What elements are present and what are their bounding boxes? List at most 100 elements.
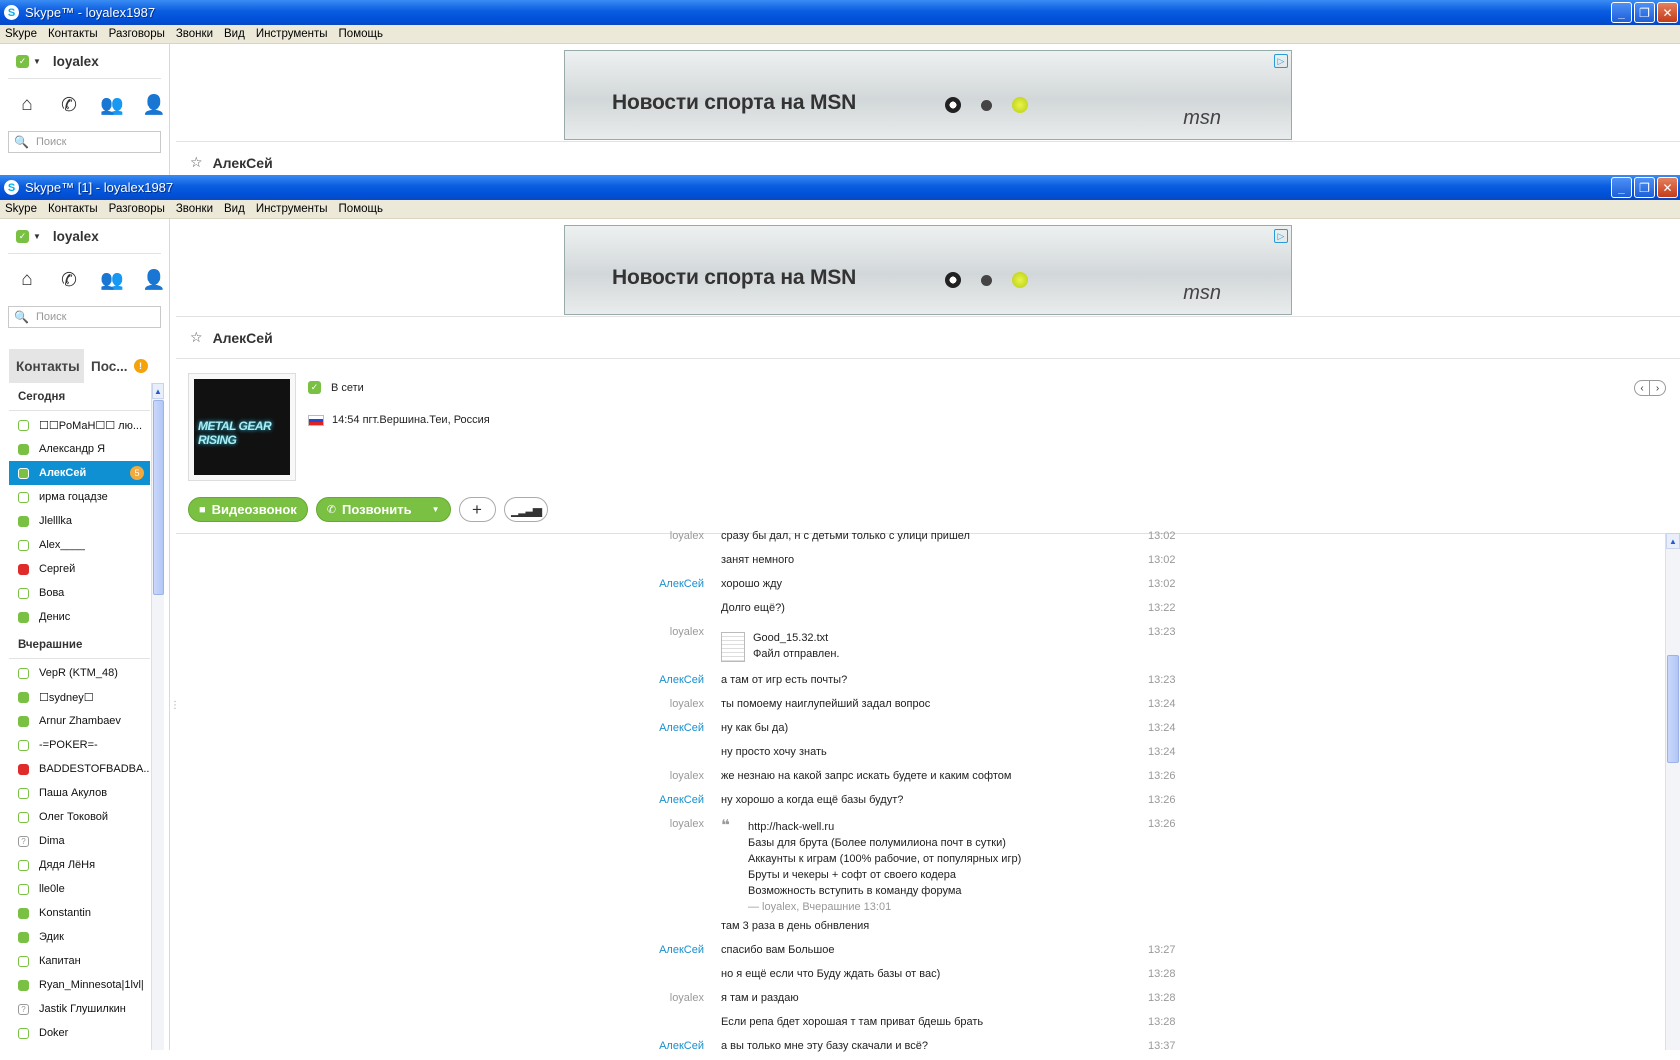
chat-message[interactable]: там 3 раза в день обнвления	[600, 920, 1180, 940]
message-author[interactable]: АлекСей	[600, 1040, 704, 1060]
ad-info-icon[interactable]: ▷	[1274, 229, 1288, 243]
chevron-right-icon[interactable]: ›	[1650, 380, 1666, 396]
call-quality-button[interactable]: ▁▂▃▅	[504, 497, 548, 522]
chat-message[interactable]: loyalexсразу бы дал, н с детьми только с…	[600, 530, 1180, 550]
add-contact-icon[interactable]: 👤	[142, 268, 164, 292]
chat-message[interactable]: loyalexя там и раздаю13:28	[600, 992, 1180, 1012]
contact-item[interactable]: Капитан	[9, 949, 150, 973]
message-author[interactable]: loyalex	[600, 698, 704, 718]
file-transfer[interactable]: Good_15.32.txtФайл отправлен.	[721, 630, 839, 662]
menu-tools[interactable]: Инструменты	[256, 203, 328, 215]
menu-conversations[interactable]: Разговоры	[109, 203, 165, 215]
message-author[interactable]: loyalex	[600, 992, 704, 1012]
message-author[interactable]: АлекСей	[600, 578, 704, 598]
message-author[interactable]	[600, 920, 704, 940]
search-input[interactable]: 🔍Поиск	[8, 131, 161, 153]
user-status[interactable]: ✓▼ loyalex	[0, 44, 169, 78]
back-titlebar[interactable]: S Skype™ - loyalex1987 _ ❐ ✕	[0, 0, 1680, 25]
add-button[interactable]: +	[459, 497, 496, 522]
message-author[interactable]: loyalex	[600, 530, 704, 550]
contact-list-scrollbar[interactable]: ▲	[151, 383, 164, 1050]
message-author[interactable]	[600, 554, 704, 574]
chevron-left-icon[interactable]: ‹	[1634, 380, 1650, 396]
scroll-up-icon[interactable]: ▲	[152, 383, 164, 399]
chat-message[interactable]: но я ещё если что Буду ждать базы от вас…	[600, 968, 1180, 988]
contact-avatar[interactable]: METAL GEAR RISING	[188, 373, 296, 481]
contact-item[interactable]: ☐☐PoMaH☐☐ лю...	[9, 413, 150, 437]
maximize-button[interactable]: ❐	[1634, 2, 1655, 23]
home-icon[interactable]: ⌂	[16, 269, 38, 291]
scroll-up-icon[interactable]: ▲	[1666, 533, 1680, 549]
menu-calls[interactable]: Звонки	[176, 28, 213, 40]
menu-contacts[interactable]: Контакты	[48, 28, 98, 40]
close-button[interactable]: ✕	[1657, 177, 1678, 198]
contact-item[interactable]: ирма гоцадзе	[9, 485, 150, 509]
chat-message[interactable]: Долго ещё?)13:22	[600, 602, 1180, 622]
message-author[interactable]	[600, 1016, 704, 1036]
quote-link[interactable]: http://hack-well.ru	[748, 819, 1021, 835]
phone-icon[interactable]: ✆	[58, 94, 80, 117]
contact-item[interactable]: Александр Я	[9, 437, 150, 461]
contact-item[interactable]: -=POKER=-	[9, 733, 150, 757]
contact-item[interactable]: Денис	[9, 605, 150, 629]
contact-item[interactable]: Паша Акулов	[9, 781, 150, 805]
contact-item[interactable]: Ryan_Minnesota|1lvl|	[9, 973, 150, 997]
video-call-button[interactable]: ■Видеозвонок	[188, 497, 308, 522]
contact-item[interactable]: Сергей	[9, 557, 150, 581]
file-name[interactable]: Good_15.32.txt	[753, 630, 839, 646]
tab-contacts[interactable]: Контакты	[9, 349, 84, 383]
contact-item[interactable]: ☐sydney☐	[9, 685, 150, 709]
star-icon[interactable]: ☆	[190, 329, 203, 346]
group-icon[interactable]: 👥	[100, 93, 122, 117]
home-icon[interactable]: ⌂	[16, 94, 38, 116]
message-author[interactable]: АлекСей	[600, 674, 704, 694]
chat-message[interactable]: loyalex же незнаю на какой запрс искать …	[600, 770, 1180, 790]
contact-item[interactable]: Jlelllka	[9, 509, 150, 533]
search-input[interactable]: 🔍Поиск	[8, 306, 161, 328]
menu-help[interactable]: Помощь	[339, 203, 383, 215]
user-status[interactable]: ✓▼ loyalex	[0, 219, 169, 253]
contact-item[interactable]: АлекСей5	[9, 461, 150, 485]
contact-item[interactable]: ?Jastik Глушилкин	[9, 997, 150, 1021]
front-titlebar[interactable]: S Skype™ [1] - loyalex1987 _ ❐ ✕	[0, 175, 1680, 200]
contact-item[interactable]: lle0le	[9, 877, 150, 901]
message-author[interactable]	[600, 968, 704, 988]
scrollbar-thumb[interactable]	[1667, 655, 1679, 763]
chat-message[interactable]: АлекСейа там от игр есть почты?13:23	[600, 674, 1180, 694]
msn-ad-banner[interactable]: Новости спорта на MSN msn ▷	[564, 50, 1292, 140]
message-author[interactable]	[600, 746, 704, 766]
message-author[interactable]: loyalex	[600, 818, 704, 838]
tab-recent[interactable]: Пос...!	[84, 349, 161, 383]
contact-item[interactable]: Эдик	[9, 925, 150, 949]
scrollbar-thumb[interactable]	[153, 400, 164, 595]
contact-item[interactable]: Arnur Zhambaev	[9, 709, 150, 733]
message-author[interactable]: АлекСей	[600, 794, 704, 814]
chat-message[interactable]: занят немного13:02	[600, 554, 1180, 574]
menu-help[interactable]: Помощь	[339, 28, 383, 40]
contact-item[interactable]: ?Dima	[9, 829, 150, 853]
chat-scrollbar[interactable]: ▲	[1665, 533, 1680, 1050]
call-button[interactable]: ✆Позвонить▼	[316, 497, 451, 522]
chat-message[interactable]: АлекСейхорошо жду13:02	[600, 578, 1180, 598]
contact-item[interactable]: Олег Токовой	[9, 805, 150, 829]
contact-item[interactable]: Doker	[9, 1021, 150, 1045]
contact-item[interactable]: Вова	[9, 581, 150, 605]
contact-item[interactable]: VepR (KTM_48)	[9, 661, 150, 685]
menu-tools[interactable]: Инструменты	[256, 28, 328, 40]
chat-message[interactable]: АлекСейну как бы да)13:24	[600, 722, 1180, 742]
chat-message[interactable]: АлекСейа вы только мне эту базу скачали …	[600, 1040, 1180, 1060]
message-author[interactable]: loyalex	[600, 770, 704, 790]
message-author[interactable]: loyalex	[600, 626, 704, 646]
contact-item[interactable]: BADDESTOFBADBA...	[9, 757, 150, 781]
chat-message[interactable]: Если репа бдет хорошая т там приват бдеш…	[600, 1016, 1180, 1036]
message-author[interactable]: АлекСей	[600, 944, 704, 964]
menu-conversations[interactable]: Разговоры	[109, 28, 165, 40]
close-button[interactable]: ✕	[1657, 2, 1678, 23]
add-contact-icon[interactable]: 👤	[142, 93, 164, 117]
chat-message[interactable]: loyalexты помоему наиглупейший задал воп…	[600, 698, 1180, 718]
maximize-button[interactable]: ❐	[1634, 177, 1655, 198]
contact-item[interactable]: Дядя ЛёНя	[9, 853, 150, 877]
chat-message[interactable]: ну просто хочу знать13:24	[600, 746, 1180, 766]
menu-skype[interactable]: Skype	[5, 28, 37, 40]
phone-icon[interactable]: ✆	[58, 269, 80, 292]
